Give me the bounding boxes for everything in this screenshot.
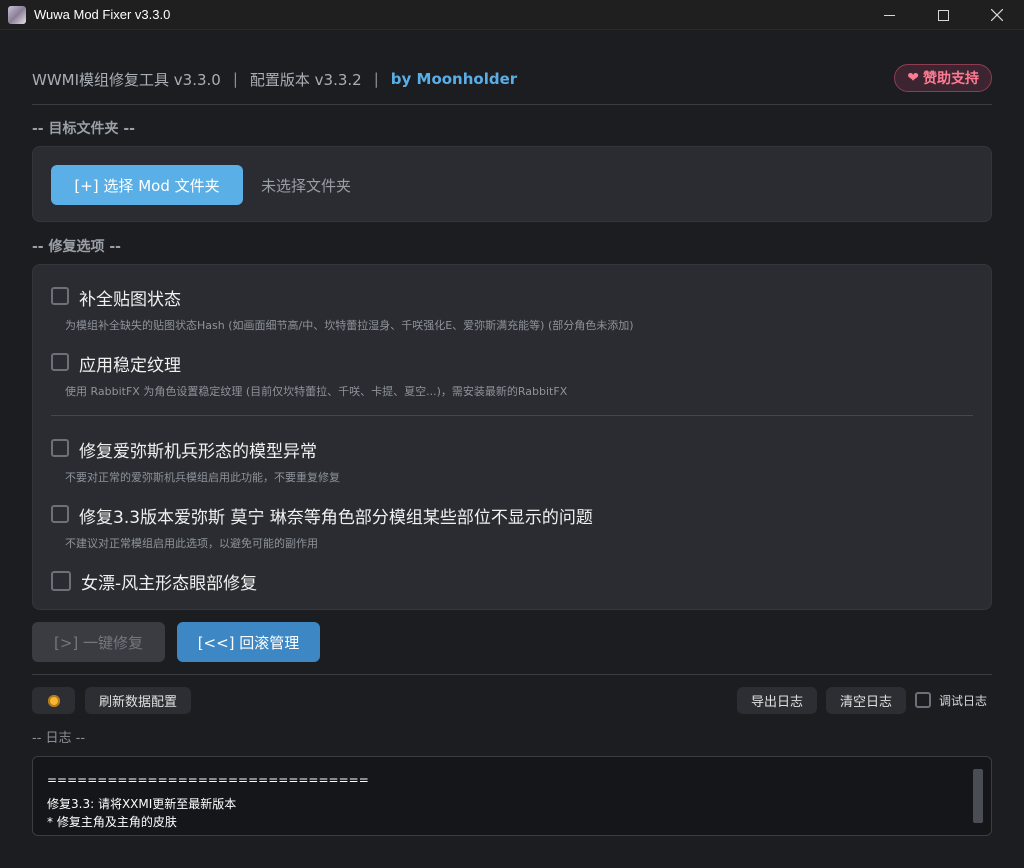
- app-name: WWMI模组修复工具 v3.3.0: [32, 70, 221, 89]
- close-icon: [991, 9, 1003, 21]
- minimize-icon: [883, 14, 895, 16]
- header-divider: [32, 104, 992, 105]
- export-log-button[interactable]: 导出日志: [737, 687, 817, 714]
- log-output[interactable]: ================================ 修复3.3: …: [32, 756, 992, 836]
- maximize-button[interactable]: [916, 0, 970, 30]
- title-bar: Wuwa Mod Fixer v3.3.0: [0, 0, 1024, 30]
- toolbar-divider: [32, 674, 992, 675]
- option-description: 不建议对正常模组启用此选项，以避免可能的副作用: [65, 537, 318, 550]
- select-folder-button[interactable]: [+] 选择 Mod 文件夹: [51, 165, 243, 205]
- options-panel: 补全贴图状态 为模组补全缺失的贴图状态Hash (如画面细节高/中、坎特蕾拉湿身…: [32, 264, 992, 610]
- clear-log-button[interactable]: 清空日志: [826, 687, 906, 714]
- rollback-manage-button[interactable]: [<<] 回滚管理: [177, 622, 320, 662]
- log-section-label: -- 日志 --: [32, 731, 86, 746]
- minimize-button[interactable]: [862, 0, 916, 30]
- log-scrollbar[interactable]: [973, 769, 983, 823]
- app-header: WWMI模组修复工具 v3.3.0 | 配置版本 v3.3.2 | by Moo…: [32, 62, 992, 96]
- donate-label: 赞助支持: [923, 71, 979, 87]
- target-folder-panel: [+] 选择 Mod 文件夹 未选择文件夹: [32, 146, 992, 222]
- heart-icon: ❤: [907, 70, 919, 86]
- log-line: 修复3.3: 请将XXMI更新至最新版本: [47, 797, 237, 811]
- debug-log-label: 调试日志: [939, 694, 988, 708]
- options-divider: [51, 415, 973, 416]
- header-separator: |: [232, 70, 238, 88]
- option-label: 修复爱弥斯机兵形态的模型异常: [79, 442, 317, 462]
- option-description: 不要对正常的爱弥斯机兵模组启用此功能，不要重复修复: [65, 471, 340, 484]
- sun-icon: [47, 694, 60, 707]
- option-checkbox[interactable]: [51, 353, 69, 371]
- option-label: 补全贴图状态: [79, 290, 181, 310]
- option-checkbox[interactable]: [51, 439, 69, 457]
- option-checkbox[interactable]: [51, 571, 71, 591]
- maximize-icon: [937, 9, 949, 21]
- option-description: 使用 RabbitFX 为角色设置稳定纹理 (目前仅坎特蕾拉、千咲、卡提、夏空.…: [65, 385, 568, 398]
- options-section-label: -- 修复选项 --: [32, 239, 121, 255]
- debug-log-checkbox[interactable]: [915, 692, 931, 708]
- config-version: 配置版本 v3.3.2: [249, 70, 362, 89]
- target-section-label: -- 目标文件夹 --: [32, 121, 135, 137]
- log-line: * 修复主角及主角的皮肤: [47, 815, 177, 829]
- app-icon: [8, 5, 26, 24]
- option-label: 修复3.3版本爱弥斯 莫宁 琳奈等角色部分模组某些部位不显示的问题: [79, 508, 593, 528]
- refresh-config-button[interactable]: 刷新数据配置: [85, 687, 191, 714]
- option-checkbox[interactable]: [51, 505, 69, 523]
- option-description: 为模组补全缺失的贴图状态Hash (如画面细节高/中、坎特蕾拉湿身、千咲强化E、…: [65, 319, 634, 332]
- window-controls: [862, 0, 1024, 30]
- option-label: 应用稳定纹理: [79, 356, 181, 376]
- one-click-fix-button[interactable]: [>] 一键修复: [32, 622, 165, 662]
- log-line: ================================: [47, 773, 369, 787]
- author-link[interactable]: by Moonholder: [391, 70, 517, 88]
- folder-status: 未选择文件夹: [261, 177, 352, 195]
- theme-toggle-button[interactable]: [32, 687, 75, 714]
- window-title: Wuwa Mod Fixer v3.3.0: [34, 7, 171, 22]
- option-label: 女漂-风主形态眼部修复: [81, 574, 258, 594]
- close-button[interactable]: [970, 0, 1024, 30]
- donate-button[interactable]: ❤ 赞助支持: [894, 64, 992, 92]
- option-checkbox[interactable]: [51, 287, 69, 305]
- header-separator: |: [373, 70, 379, 88]
